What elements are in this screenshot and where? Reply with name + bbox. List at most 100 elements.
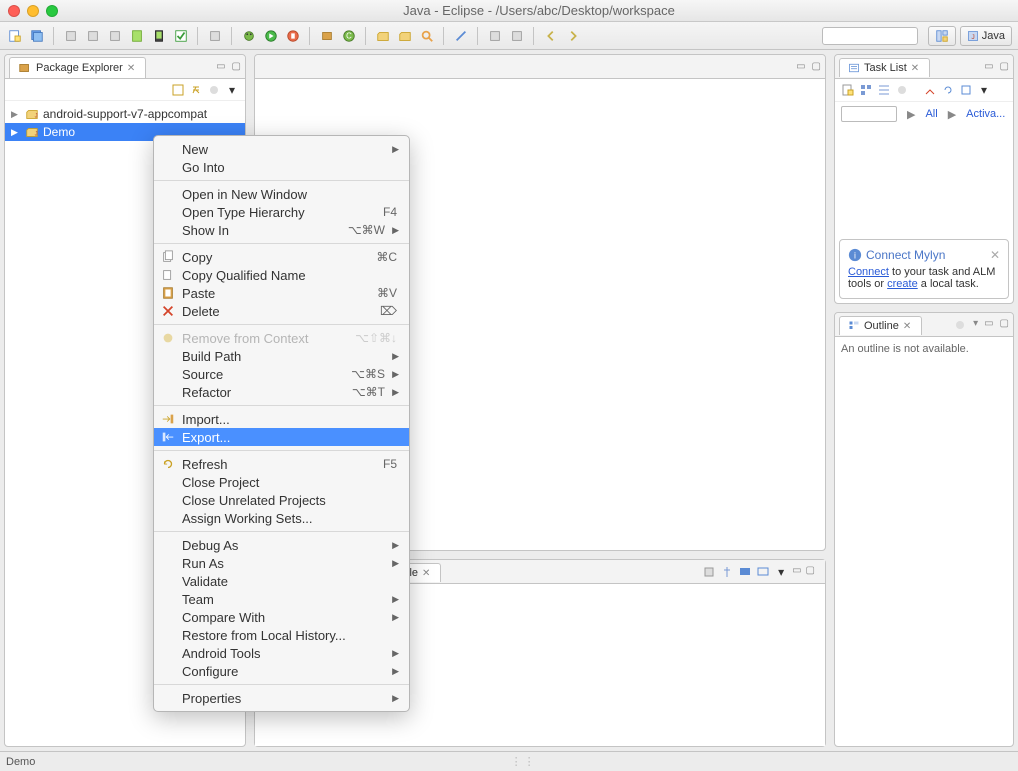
menu-build-path[interactable]: Build Path [154,347,409,365]
run-ext-icon[interactable] [284,27,302,45]
menu-paste[interactable]: Paste⌘V [154,284,409,302]
collapse-icon[interactable] [959,83,973,97]
open-perspective-button[interactable] [928,26,956,46]
link-editor-icon[interactable] [189,83,203,97]
synchronize-icon[interactable] [941,83,955,97]
disclosure-icon[interactable]: ▶ [11,127,21,138]
wand-icon[interactable] [452,27,470,45]
menu-copy-qualified[interactable]: Copy Qualified Name [154,266,409,284]
back-icon[interactable] [542,27,560,45]
focus-task-icon[interactable] [207,83,221,97]
chevron-right-icon[interactable]: ▶ [907,108,915,121]
view-menu-icon[interactable]: ▾ [225,83,239,97]
menu-new[interactable]: New [154,140,409,158]
close-icon[interactable]: ✕ [903,321,913,331]
connect-link[interactable]: Connect [848,266,889,278]
maximize-icon[interactable]: ▢ [806,565,815,579]
menu-restore-local-history[interactable]: Restore from Local History... [154,626,409,644]
task-list-tab[interactable]: Task List ✕ [839,58,930,77]
view-menu-icon[interactable]: ▾ [973,318,978,332]
menu-copy[interactable]: Copy⌘C [154,248,409,266]
view-menu-icon[interactable]: ▾ [774,565,788,579]
console-toolbar-icon[interactable] [702,565,716,579]
menu-refresh[interactable]: RefreshF5 [154,455,409,473]
minimize-window-icon[interactable] [27,5,39,17]
toolbar-icon[interactable] [84,27,102,45]
close-icon[interactable]: ✕ [911,63,921,73]
forward-icon[interactable] [564,27,582,45]
minimize-icon[interactable]: ▭ [796,61,805,72]
new-class-icon[interactable]: C [340,27,358,45]
close-icon[interactable]: ✕ [127,63,137,73]
focus-icon[interactable] [895,83,909,97]
nav-icon[interactable] [486,27,504,45]
menu-import[interactable]: Import... [154,410,409,428]
menu-validate[interactable]: Validate [154,572,409,590]
new-package-icon[interactable] [318,27,336,45]
minimize-icon[interactable]: ▭ [792,565,801,579]
run-icon[interactable] [262,27,280,45]
outline-tab[interactable]: Outline ✕ [839,316,922,335]
task-search-input[interactable] [841,106,897,122]
save-all-icon[interactable] [28,27,46,45]
maximize-icon[interactable]: ▢ [1000,318,1009,332]
zoom-window-icon[interactable] [46,5,58,17]
menu-run-as[interactable]: Run As [154,554,409,572]
java-perspective-button[interactable]: JJava [960,26,1012,46]
minimize-icon[interactable]: ▭ [984,318,993,332]
close-icon[interactable]: ✕ [422,568,432,578]
menu-configure[interactable]: Configure [154,662,409,680]
nav-icon[interactable] [508,27,526,45]
menu-delete[interactable]: Delete⌦ [154,302,409,320]
collapse-all-icon[interactable] [171,83,185,97]
menu-debug-as[interactable]: Debug As [154,536,409,554]
toolbar-icon[interactable] [206,27,224,45]
display-console-icon[interactable] [738,565,752,579]
maximize-icon[interactable]: ▢ [232,61,241,72]
new-task-icon[interactable] [841,83,855,97]
disclosure-icon[interactable]: ▶ [11,109,21,120]
package-explorer-tab[interactable]: Package Explorer ✕ [9,57,146,78]
create-link[interactable]: create [887,278,918,290]
menu-close-unrelated[interactable]: Close Unrelated Projects [154,491,409,509]
menu-show-in[interactable]: Show In⌥⌘W [154,221,409,239]
maximize-icon[interactable]: ▢ [812,61,821,72]
maximize-icon[interactable]: ▢ [1000,61,1009,72]
menu-properties[interactable]: Properties [154,689,409,707]
menu-android-tools[interactable]: Android Tools [154,644,409,662]
open-console-icon[interactable] [756,565,770,579]
checkbox-icon[interactable] [172,27,190,45]
menu-export[interactable]: Export... [154,428,409,446]
filter-activate-link[interactable]: Activa... [966,108,1005,120]
pin-console-icon[interactable] [720,565,734,579]
scheduled-icon[interactable] [877,83,891,97]
menu-close-project[interactable]: Close Project [154,473,409,491]
open-task-icon[interactable] [396,27,414,45]
filter-all-link[interactable]: All [925,108,937,120]
android-avd-icon[interactable] [150,27,168,45]
menu-compare-with[interactable]: Compare With [154,608,409,626]
new-wizard-icon[interactable] [6,27,24,45]
menu-source[interactable]: Source⌥⌘S [154,365,409,383]
menu-open-type-hierarchy[interactable]: Open Type HierarchyF4 [154,203,409,221]
open-type-icon[interactable] [374,27,392,45]
quick-access-input[interactable] [822,27,918,45]
menu-go-into[interactable]: Go Into [154,158,409,176]
close-window-icon[interactable] [8,5,20,17]
minimize-icon[interactable]: ▭ [216,61,225,72]
minimize-icon[interactable]: ▭ [984,61,993,72]
focus-icon[interactable] [953,318,967,332]
menu-team[interactable]: Team [154,590,409,608]
categorized-icon[interactable] [859,83,873,97]
toolbar-icon[interactable] [106,27,124,45]
search-icon[interactable] [418,27,436,45]
close-icon[interactable]: ✕ [990,248,1000,262]
debug-icon[interactable] [240,27,258,45]
menu-refactor[interactable]: Refactor⌥⌘T [154,383,409,401]
menu-open-new-window[interactable]: Open in New Window [154,185,409,203]
toolbar-icon[interactable] [62,27,80,45]
task-tool-icon[interactable] [923,83,937,97]
tree-item-android-support[interactable]: ▶ J android-support-v7-appcompat [5,105,245,123]
chevron-right-icon[interactable]: ▶ [948,108,956,121]
menu-assign-working-sets[interactable]: Assign Working Sets... [154,509,409,527]
